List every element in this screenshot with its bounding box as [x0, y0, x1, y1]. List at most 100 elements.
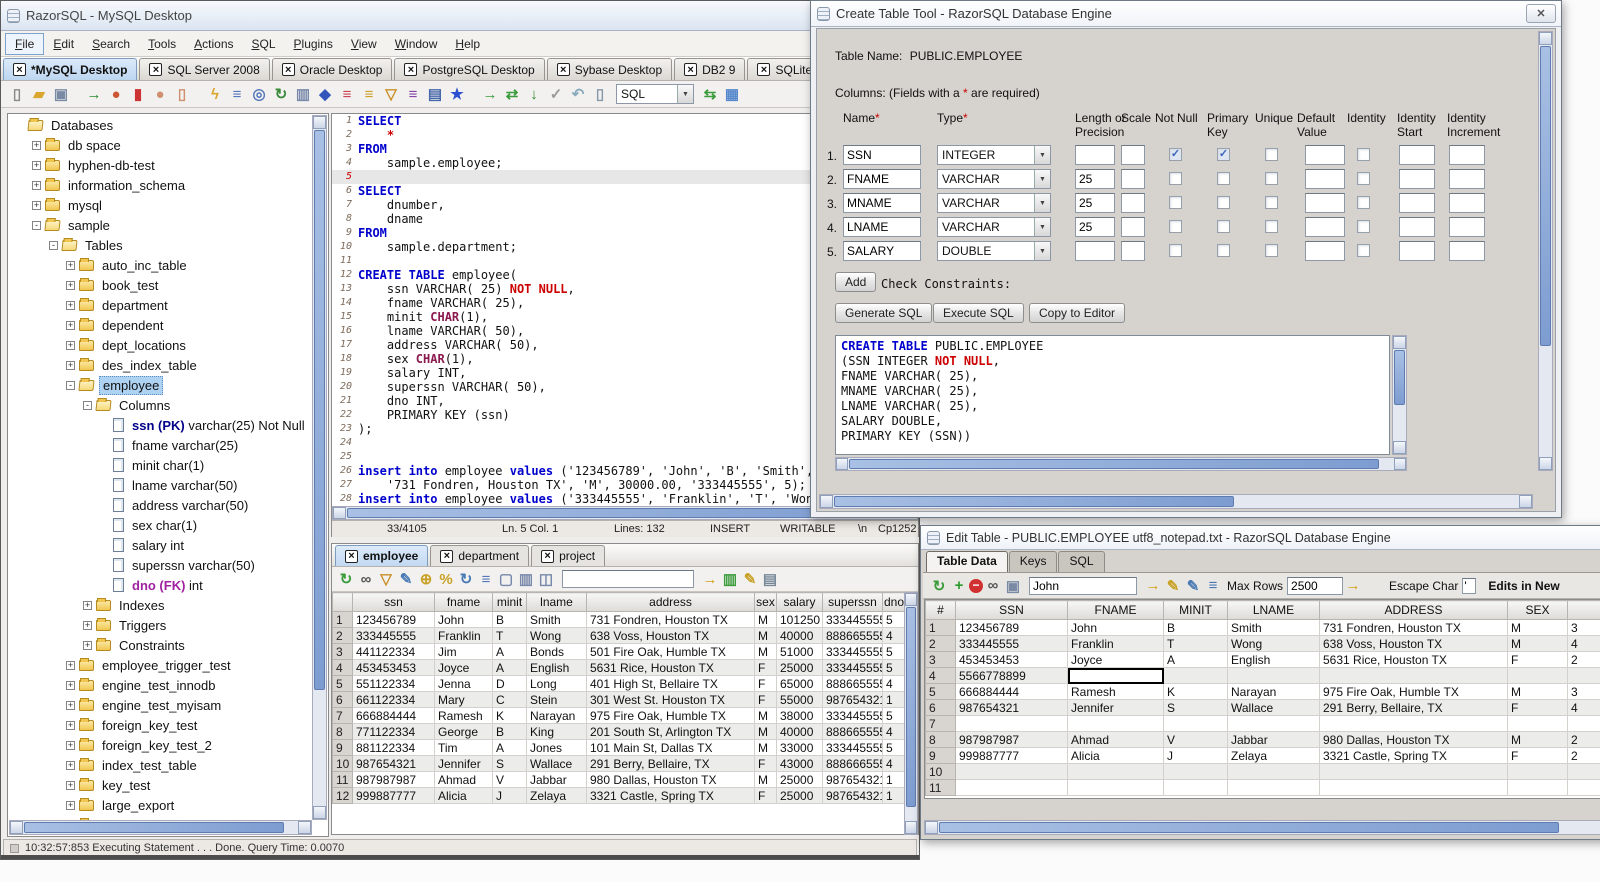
results-cell[interactable]: K — [492, 707, 527, 724]
undo-icon[interactable]: ↶ — [568, 84, 588, 104]
edit-cell[interactable]: 453453453 — [955, 651, 1068, 668]
tree-item[interactable]: + department — [9, 295, 312, 315]
length-input[interactable] — [1075, 193, 1115, 213]
expand-icon[interactable]: + — [66, 740, 75, 750]
connection-tab-sybase-desktop[interactable]: × Sybase Desktop — [546, 58, 673, 80]
results-cell[interactable]: Smith — [526, 611, 587, 628]
connect-icon[interactable]: → — [84, 84, 104, 104]
row-number[interactable]: 6 — [332, 691, 353, 708]
column-header-ssn[interactable]: ssn — [352, 592, 435, 612]
edit-cell[interactable]: 999887777 — [955, 747, 1068, 764]
results-cell[interactable]: Jenna — [434, 675, 493, 692]
row-number[interactable]: 10 — [332, 755, 353, 772]
close-tab-icon[interactable]: × — [556, 63, 570, 76]
length-input[interactable] — [1075, 145, 1115, 165]
results-cell[interactable]: F — [754, 787, 777, 804]
scroll-up-arrow[interactable] — [313, 116, 326, 129]
identity-checkbox[interactable] — [1357, 148, 1370, 161]
default-value-input[interactable] — [1305, 241, 1345, 261]
default-value-input[interactable] — [1305, 193, 1345, 213]
column-name-input[interactable] — [843, 217, 921, 237]
column-header-fname[interactable]: FNAME — [1067, 600, 1164, 620]
edit-cell[interactable] — [1227, 667, 1320, 684]
edit-cell[interactable] — [1319, 763, 1508, 780]
scroll-right-arrow[interactable] — [1519, 495, 1532, 508]
partial-cell[interactable]: 3 — [1567, 619, 1600, 636]
partial-cell[interactable] — [1567, 667, 1600, 684]
results-cell[interactable]: 771122334 — [352, 723, 435, 740]
refresh-pages-icon[interactable]: ▥ — [720, 569, 740, 589]
results-cell[interactable]: Bonds — [526, 643, 587, 660]
not-null-checkbox[interactable]: ✓ — [1169, 148, 1182, 161]
insert-row-icon[interactable]: + — [949, 576, 969, 596]
results-cell[interactable]: 987987987 — [352, 771, 435, 788]
results-cell[interactable]: 666884444 — [352, 707, 435, 724]
search-go-icon[interactable]: → — [700, 569, 720, 589]
refresh-data-icon[interactable]: ↻ — [929, 576, 949, 596]
results-cell[interactable]: 987654321 — [352, 755, 435, 772]
results-cell[interactable]: Long — [526, 675, 587, 692]
results-tab-employee[interactable]: × employee — [335, 545, 429, 566]
edit-cell[interactable] — [1067, 779, 1164, 796]
expand-icon[interactable]: + — [32, 160, 41, 170]
edit-cell[interactable]: S — [1163, 699, 1228, 716]
edit-cell[interactable] — [1227, 779, 1320, 796]
scroll-left-arrow[interactable] — [10, 821, 23, 834]
dialog-horizontal-scrollbar[interactable] — [819, 494, 1533, 509]
tree-item[interactable]: + foreign_key_test — [9, 715, 312, 735]
chevron-down-icon[interactable]: ▼ — [1034, 146, 1050, 164]
primary-key-checkbox[interactable] — [1217, 244, 1230, 257]
tree-item[interactable]: + engine_test_myisam — [9, 695, 312, 715]
refresh-query-icon[interactable]: ↻ — [456, 569, 476, 589]
close-tab-icon[interactable]: × — [684, 63, 698, 76]
edit-cell[interactable]: 123456789 — [955, 619, 1068, 636]
copy-to-editor-button[interactable]: Copy to Editor — [1029, 303, 1126, 323]
results-cell[interactable]: 5 — [882, 707, 905, 724]
connection-list-icon[interactable]: ▯ — [172, 84, 192, 104]
expand-icon[interactable]: + — [83, 600, 92, 610]
results-vertical-scrollbar[interactable] — [904, 592, 918, 835]
results-cell[interactable]: 333445555 — [822, 739, 883, 756]
results-cell[interactable]: M — [754, 611, 777, 628]
edit-cell[interactable]: M — [1507, 731, 1568, 748]
expand-icon[interactable]: + — [32, 180, 41, 190]
length-input[interactable] — [1075, 241, 1115, 261]
edit-cell[interactable]: 638 Voss, Houston TX — [1319, 635, 1508, 652]
results-cell[interactable]: 25000 — [776, 787, 823, 804]
column-header-ssn[interactable]: SSN — [955, 600, 1068, 620]
sql-mode-dropdown[interactable]: SQL ▼ — [616, 84, 694, 104]
tree-item[interactable]: + foreign_key_test_2 — [9, 735, 312, 755]
results-cell[interactable]: 5 — [882, 643, 905, 660]
tree-item[interactable]: + index_test_table — [9, 755, 312, 775]
identity-checkbox[interactable] — [1357, 196, 1370, 209]
refresh-page-icon[interactable]: ↻ — [271, 84, 291, 104]
results-cell[interactable]: 5631 Rice, Houston TX — [586, 659, 755, 676]
row-number-grey[interactable]: 9 — [925, 747, 956, 764]
results-cell[interactable]: 661122334 — [352, 691, 435, 708]
partial-cell[interactable] — [1567, 715, 1600, 732]
default-value-input[interactable] — [1305, 169, 1345, 189]
primary-key-checkbox[interactable] — [1217, 172, 1230, 185]
edit-cell[interactable]: F — [1507, 747, 1568, 764]
tree-item[interactable]: + engine_test_innodb — [9, 675, 312, 695]
results-cell[interactable]: 731 Fondren, Houston TX — [586, 611, 755, 628]
results-cell[interactable]: F — [754, 675, 777, 692]
expand-icon[interactable]: + — [66, 680, 75, 690]
edit-cell[interactable]: Joyce — [1067, 651, 1164, 668]
tree-horizontal-scrollbar[interactable] — [9, 820, 312, 835]
results-tab-department[interactable]: × department — [430, 545, 530, 566]
chevron-down-icon[interactable]: ▼ — [1034, 170, 1050, 188]
column-type-dropdown[interactable]: DOUBLE ▼ — [937, 241, 1051, 261]
row-number-blue[interactable]: 8 — [925, 731, 956, 748]
save-icon[interactable]: ▣ — [51, 84, 71, 104]
results-cell[interactable]: A — [492, 739, 527, 756]
new-connection-icon[interactable]: ● — [106, 84, 126, 104]
filter-rows-icon[interactable]: ≡ — [1203, 576, 1223, 596]
results-cell[interactable]: M — [754, 739, 777, 756]
scroll-down-arrow[interactable] — [1393, 441, 1406, 454]
edit-cell[interactable]: 5566778899 — [955, 667, 1068, 684]
expand-icon[interactable]: + — [32, 140, 41, 150]
results-cell[interactable]: 101 Main St, Dallas TX — [586, 739, 755, 756]
default-value-input[interactable] — [1305, 145, 1345, 165]
favorites-icon[interactable]: ★ — [447, 84, 467, 104]
